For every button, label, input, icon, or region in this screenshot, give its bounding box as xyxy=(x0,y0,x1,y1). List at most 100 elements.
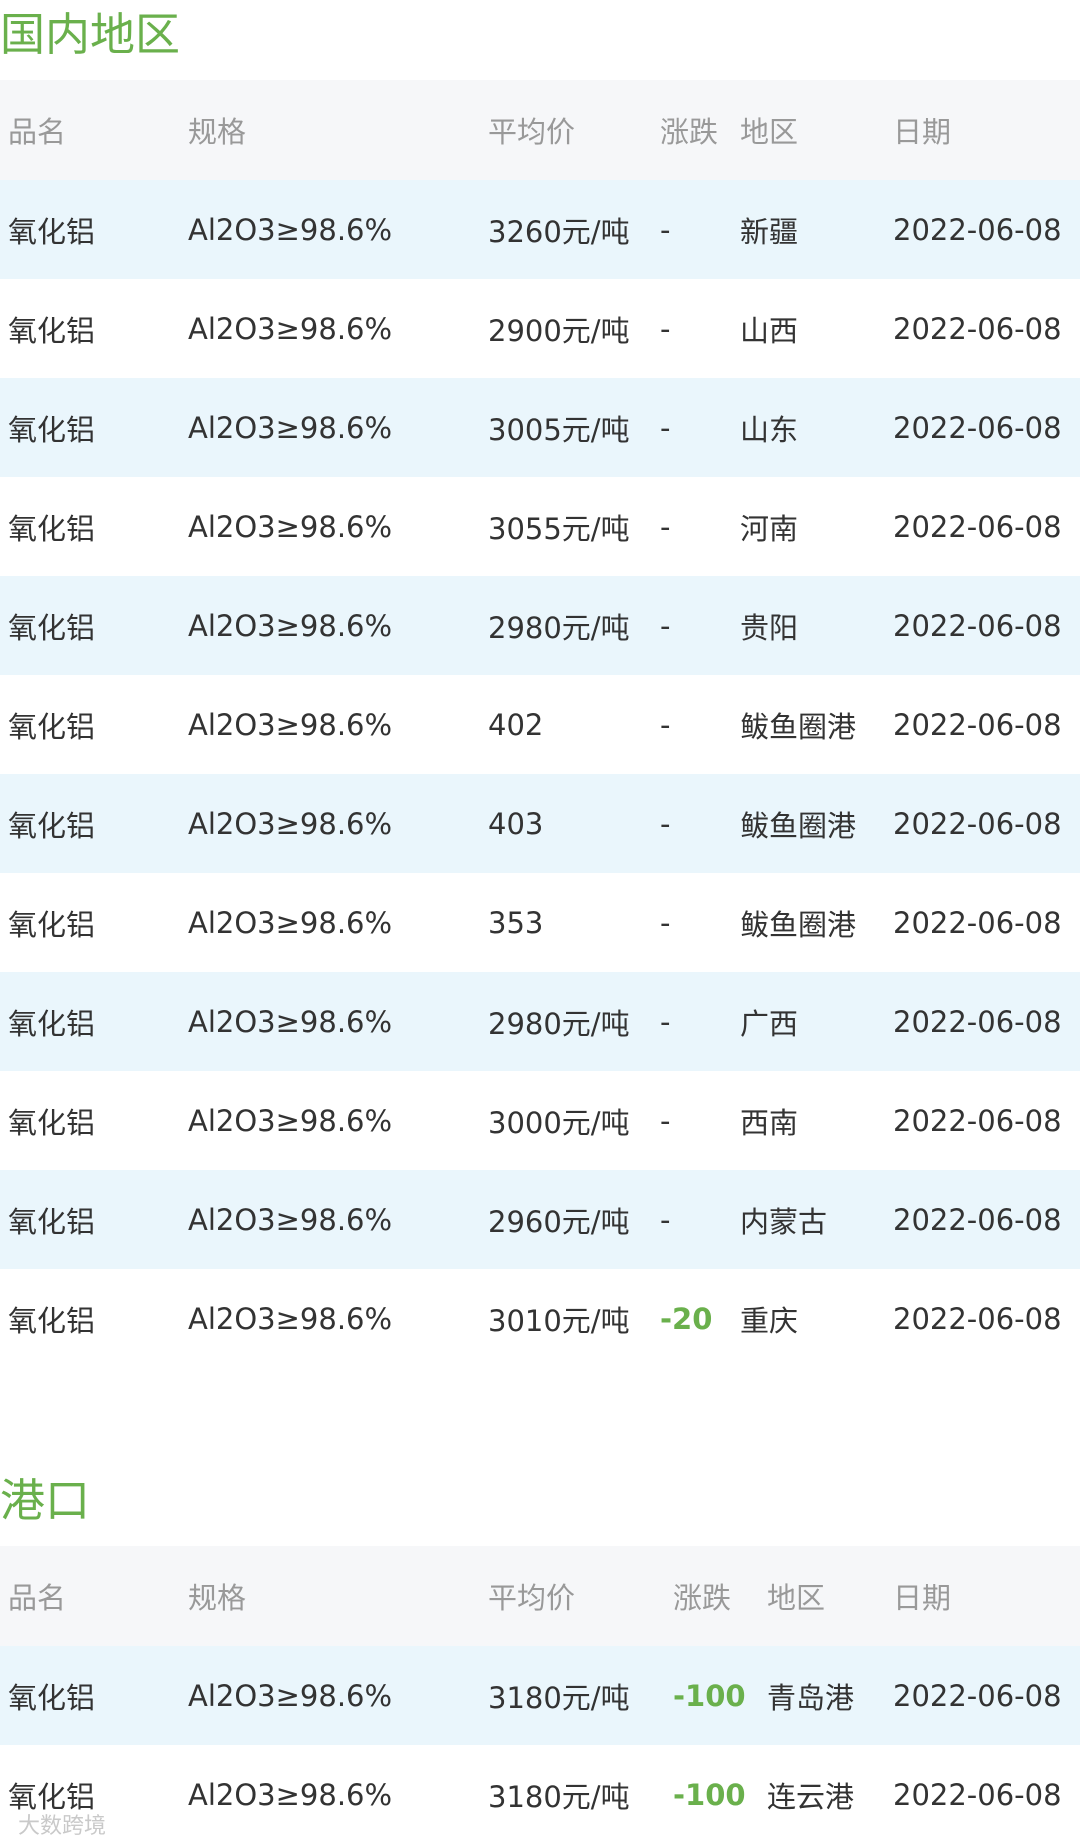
cell-date: 2022-06-08 xyxy=(893,1678,1062,1713)
header-date: 日期 xyxy=(893,1581,952,1615)
cell-date: 2022-06-08 xyxy=(893,1301,1062,1336)
cell-date: 2022-06-08 xyxy=(893,410,1062,445)
header-spec: 规格 xyxy=(188,1581,247,1615)
table-row: 氧化铝 Al2O3≥98.6% 2960元/吨 - 内蒙古 2022-06-08 xyxy=(0,1170,1080,1269)
cell-price: 3180元/吨 xyxy=(488,1680,630,1715)
cell-region: 鲅鱼圈港 xyxy=(740,907,857,942)
section-title-port: 港口 xyxy=(0,1474,91,1527)
table-row: 氧化铝 Al2O3≥98.6% 3260元/吨 - 新疆 2022-06-08 xyxy=(0,180,1080,279)
cell-region: 西南 xyxy=(740,1105,799,1140)
cell-price: 3005元/吨 xyxy=(488,412,630,447)
cell-name: 氧化铝 xyxy=(8,412,96,447)
cell-name: 氧化铝 xyxy=(8,907,96,942)
cell-change: - xyxy=(660,410,671,445)
cell-date: 2022-06-08 xyxy=(893,509,1062,544)
cell-name: 氧化铝 xyxy=(8,1680,96,1715)
table-row: 氧化铝 Al2O3≥98.6% 3005元/吨 - 山东 2022-06-08 xyxy=(0,378,1080,477)
cell-price: 3000元/吨 xyxy=(488,1105,630,1140)
cell-spec: Al2O3≥98.6% xyxy=(188,1678,393,1713)
cell-spec: Al2O3≥98.6% xyxy=(188,212,393,247)
cell-change: - xyxy=(660,806,671,841)
cell-price: 402 xyxy=(488,707,544,742)
header-date: 日期 xyxy=(893,115,952,149)
cell-change: -20 xyxy=(660,1301,713,1336)
table-row: 氧化铝 Al2O3≥98.6% 353 - 鲅鱼圈港 2022-06-08 xyxy=(0,873,1080,972)
cell-region: 新疆 xyxy=(740,214,799,249)
table-row: 氧化铝 Al2O3≥98.6% 2900元/吨 - 山西 2022-06-08 xyxy=(0,279,1080,378)
cell-region: 重庆 xyxy=(740,1303,799,1338)
cell-region: 鲅鱼圈港 xyxy=(740,709,857,744)
cell-date: 2022-06-08 xyxy=(893,608,1062,643)
cell-name: 氧化铝 xyxy=(8,1006,96,1041)
cell-spec: Al2O3≥98.6% xyxy=(188,1202,393,1237)
cell-region: 青岛港 xyxy=(767,1680,855,1715)
header-region: 地区 xyxy=(740,115,799,149)
cell-spec: Al2O3≥98.6% xyxy=(188,905,393,940)
header-region: 地区 xyxy=(767,1581,826,1615)
header-change: 涨跌 xyxy=(673,1581,732,1615)
header-spec: 规格 xyxy=(188,115,247,149)
cell-spec: Al2O3≥98.6% xyxy=(188,707,393,742)
section-title-domestic: 国内地区 xyxy=(0,8,181,61)
table-row: 氧化铝 Al2O3≥98.6% 3000元/吨 - 西南 2022-06-08 xyxy=(0,1071,1080,1170)
cell-spec: Al2O3≥98.6% xyxy=(188,608,393,643)
table-header: 品名 规格 平均价 涨跌 地区 日期 xyxy=(0,1546,1080,1646)
cell-name: 氧化铝 xyxy=(8,313,96,348)
cell-change: -100 xyxy=(673,1678,746,1713)
header-price: 平均价 xyxy=(488,1581,576,1615)
table-row: 氧化铝 Al2O3≥98.6% 2980元/吨 - 广西 2022-06-08 xyxy=(0,972,1080,1071)
cell-name: 氧化铝 xyxy=(8,1303,96,1338)
cell-date: 2022-06-08 xyxy=(893,212,1062,247)
header-name: 品名 xyxy=(8,115,67,149)
cell-region: 内蒙古 xyxy=(740,1204,828,1239)
cell-spec: Al2O3≥98.6% xyxy=(188,1777,393,1812)
header-change: 涨跌 xyxy=(660,115,719,149)
cell-price: 2900元/吨 xyxy=(488,313,630,348)
cell-date: 2022-06-08 xyxy=(893,1103,1062,1138)
watermark: 大数跨境 xyxy=(18,1814,107,1839)
cell-price: 3180元/吨 xyxy=(488,1779,630,1814)
cell-date: 2022-06-08 xyxy=(893,806,1062,841)
cell-name: 氧化铝 xyxy=(8,610,96,645)
cell-spec: Al2O3≥98.6% xyxy=(188,509,393,544)
cell-price: 2980元/吨 xyxy=(488,1006,630,1041)
table-row: 氧化铝 Al2O3≥98.6% 3180元/吨 -100 连云港 2022-06-08 xyxy=(0,1745,1080,1844)
header-price: 平均价 xyxy=(488,115,576,149)
header-name: 品名 xyxy=(8,1581,67,1615)
cell-date: 2022-06-08 xyxy=(893,905,1062,940)
cell-region: 广西 xyxy=(740,1006,799,1041)
cell-name: 氧化铝 xyxy=(8,808,96,843)
cell-region: 贵阳 xyxy=(740,610,799,645)
cell-spec: Al2O3≥98.6% xyxy=(188,410,393,445)
cell-name: 氧化铝 xyxy=(8,1204,96,1239)
cell-price: 2980元/吨 xyxy=(488,610,630,645)
cell-spec: Al2O3≥98.6% xyxy=(188,1301,393,1336)
cell-name: 氧化铝 xyxy=(8,709,96,744)
cell-change: - xyxy=(660,1103,671,1138)
cell-name: 氧化铝 xyxy=(8,1105,96,1140)
cell-change: - xyxy=(660,608,671,643)
cell-change: - xyxy=(660,905,671,940)
cell-change: - xyxy=(660,509,671,544)
cell-change: - xyxy=(660,707,671,742)
cell-region: 山西 xyxy=(740,313,799,348)
cell-change: -100 xyxy=(673,1777,746,1812)
table-row: 氧化铝 Al2O3≥98.6% 3055元/吨 - 河南 2022-06-08 xyxy=(0,477,1080,576)
domestic-price-table: 品名 规格 平均价 涨跌 地区 日期 氧化铝 Al2O3≥98.6% 3260元/吨… xyxy=(0,80,1080,1368)
cell-name: 氧化铝 xyxy=(8,511,96,546)
cell-region: 河南 xyxy=(740,511,799,546)
cell-date: 2022-06-08 xyxy=(893,1777,1062,1812)
cell-spec: Al2O3≥98.6% xyxy=(188,1103,393,1138)
cell-date: 2022-06-08 xyxy=(893,707,1062,742)
table-header: 品名 规格 平均价 涨跌 地区 日期 xyxy=(0,80,1080,180)
cell-region: 鲅鱼圈港 xyxy=(740,808,857,843)
cell-name: 氧化铝 xyxy=(8,214,96,249)
cell-price: 353 xyxy=(488,905,544,940)
cell-price: 3055元/吨 xyxy=(488,511,630,546)
table-row: 氧化铝 Al2O3≥98.6% 3180元/吨 -100 青岛港 2022-06-08 xyxy=(0,1646,1080,1745)
cell-change: - xyxy=(660,212,671,247)
cell-date: 2022-06-08 xyxy=(893,1202,1062,1237)
table-row: 氧化铝 Al2O3≥98.6% 403 - 鲅鱼圈港 2022-06-08 xyxy=(0,774,1080,873)
cell-spec: Al2O3≥98.6% xyxy=(188,311,393,346)
cell-price: 3260元/吨 xyxy=(488,214,630,249)
